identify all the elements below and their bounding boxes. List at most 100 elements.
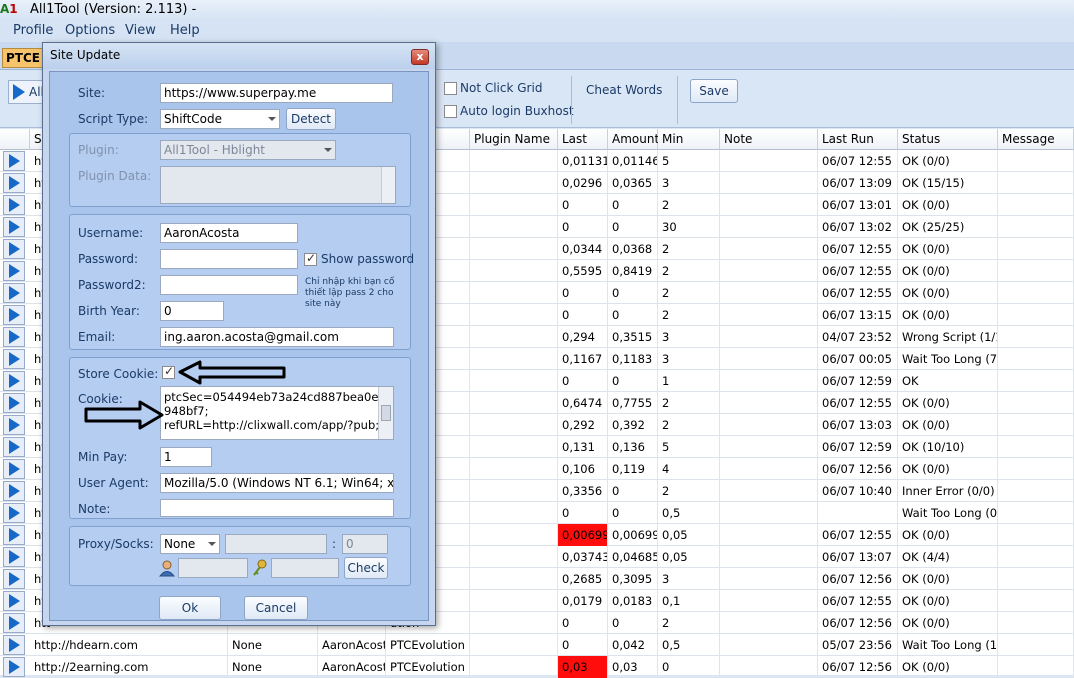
header-min[interactable]: Min: [658, 129, 720, 150]
cell-note: [720, 172, 818, 194]
cell-amount: 0,8419: [608, 260, 658, 282]
email-input[interactable]: ing.aaron.acosta@gmail.com: [160, 327, 394, 347]
username-input[interactable]: AaronAcosta: [160, 223, 298, 243]
script-type-select[interactable]: ShiftCode: [160, 109, 280, 129]
header-plugin-name[interactable]: Plugin Name: [470, 129, 558, 150]
play-icon[interactable]: [3, 195, 25, 215]
play-icon[interactable]: [3, 217, 25, 237]
table-row[interactable]: http://hdearn.comNoneAaronAcostaPTCEvolu…: [0, 634, 1074, 656]
detect-button[interactable]: Detect: [286, 108, 336, 130]
cell-last: 0,0179: [558, 590, 608, 612]
play-icon[interactable]: [3, 591, 25, 611]
cell-plugin-name: [470, 546, 558, 568]
play-icon[interactable]: [3, 415, 25, 435]
cell-message: [998, 612, 1074, 634]
cell-note: [720, 150, 818, 172]
header-note[interactable]: Note: [720, 129, 818, 150]
cancel-button[interactable]: Cancel: [244, 596, 308, 620]
cell-amount: 0: [608, 370, 658, 392]
cell-message: [998, 282, 1074, 304]
scrollbar[interactable]: [378, 387, 393, 439]
play-icon[interactable]: [3, 481, 25, 501]
birth-year-input[interactable]: 0: [160, 301, 224, 321]
play-icon[interactable]: [3, 459, 25, 479]
cell-min: 2: [658, 392, 720, 414]
proxy-select[interactable]: None: [160, 534, 220, 554]
play-icon[interactable]: [3, 569, 25, 589]
play-icon[interactable]: [3, 151, 25, 171]
store-cookie-checkbox[interactable]: [162, 364, 175, 379]
menu-help[interactable]: Help: [170, 23, 200, 38]
play-icon[interactable]: [3, 371, 25, 391]
play-icon[interactable]: [3, 635, 25, 655]
play-icon[interactable]: [3, 305, 25, 325]
cheat-words-link[interactable]: Cheat Words: [586, 83, 662, 97]
proxy-host-input: [225, 534, 327, 554]
play-icon[interactable]: [3, 239, 25, 259]
cell-status: OK (0/0): [898, 194, 998, 216]
password-input[interactable]: [160, 249, 298, 269]
cell-status: OK (0/0): [898, 414, 998, 436]
menu-profile[interactable]: Profile: [13, 23, 53, 38]
cell-message: [998, 370, 1074, 392]
cell-amount: 0,3515: [608, 326, 658, 348]
close-icon[interactable]: x: [411, 49, 429, 65]
cell-message: [998, 436, 1074, 458]
cell-plugin-name: [470, 238, 558, 260]
check-proxy-button[interactable]: Check: [344, 557, 388, 579]
cell-last-run: 06/07 13:09: [818, 172, 898, 194]
cell-plugin-name: [470, 282, 558, 304]
header-rowselect[interactable]: [0, 129, 30, 150]
play-icon[interactable]: [3, 613, 25, 633]
cell-note: [720, 458, 818, 480]
play-icon[interactable]: [3, 261, 25, 281]
cell-plugin-name: [470, 458, 558, 480]
cell-message: [998, 150, 1074, 172]
not-click-grid-checkbox[interactable]: [444, 82, 457, 95]
user-agent-input[interactable]: Mozilla/5.0 (Windows NT 6.1; Win64; x64)…: [160, 473, 394, 493]
note-input[interactable]: [160, 499, 394, 517]
play-icon[interactable]: [3, 349, 25, 369]
save-button[interactable]: Save: [690, 79, 738, 103]
header-last[interactable]: Last: [558, 129, 608, 150]
auto-login-checkbox[interactable]: [444, 105, 457, 118]
site-input[interactable]: https://www.superpay.me: [160, 83, 393, 103]
play-icon[interactable]: [3, 547, 25, 567]
play-icon[interactable]: [3, 437, 25, 457]
show-password-checkbox[interactable]: [304, 251, 317, 266]
cell-note: [720, 502, 818, 524]
cell-message: [998, 480, 1074, 502]
credentials-panel: Username: AaronAcosta Password: Show pas…: [69, 214, 414, 350]
play-icon[interactable]: [3, 525, 25, 545]
password-label: Password:: [78, 252, 139, 266]
menu-view[interactable]: View: [125, 23, 156, 38]
cell-last: 0,0296: [558, 172, 608, 194]
header-message[interactable]: Message: [998, 129, 1074, 150]
header-last-run[interactable]: Last Run: [818, 129, 898, 150]
cell-status: OK (0/0): [898, 282, 998, 304]
cookie-textarea[interactable]: ptcSec=054494eb73a24cd887bea0eafd 948bf7…: [160, 386, 394, 440]
user-agent-label: User Agent:: [78, 476, 149, 490]
cell-plugin-name: [470, 634, 558, 656]
min-pay-input[interactable]: 1: [160, 447, 212, 467]
header-amount[interactable]: Amount: [608, 129, 659, 150]
ok-button[interactable]: Ok: [159, 596, 221, 620]
play-icon[interactable]: [3, 657, 25, 677]
scrollbar-thumb[interactable]: [381, 405, 391, 421]
password2-input[interactable]: [160, 275, 298, 295]
cell-amount: 0,392: [608, 414, 658, 436]
cell-message: [998, 348, 1074, 370]
header-status[interactable]: Status: [898, 129, 998, 150]
play-icon[interactable]: [3, 173, 25, 193]
play-icon[interactable]: [3, 327, 25, 347]
play-icon[interactable]: [3, 503, 25, 523]
cell-status: OK (0/0): [898, 304, 998, 326]
menu-options[interactable]: Options: [65, 23, 115, 38]
cell-last-run: 06/07 13:02: [818, 216, 898, 238]
cell-message: [998, 326, 1074, 348]
user-icon: [158, 560, 176, 577]
cell-last-run: 06/07 12:55: [818, 150, 898, 172]
play-icon[interactable]: [3, 283, 25, 303]
dialog-title: Site Update: [50, 48, 121, 62]
play-icon[interactable]: [3, 393, 25, 413]
